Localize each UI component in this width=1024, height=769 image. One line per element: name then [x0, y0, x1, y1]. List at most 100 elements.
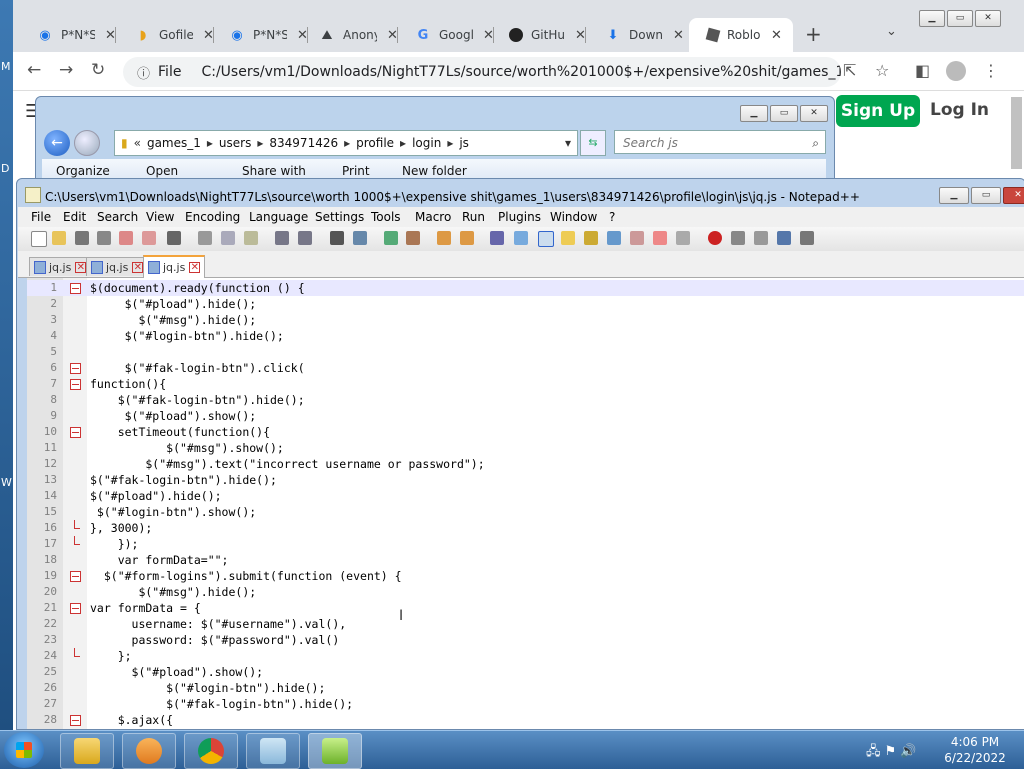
code-line[interactable]: 28 $.ajax({	[27, 712, 1024, 728]
code-line[interactable]: 13 $("#fak-login-btn").hide();	[27, 472, 1024, 488]
forward-icon[interactable]: →	[59, 60, 73, 80]
breadcrumb-item[interactable]: js	[459, 136, 469, 150]
cut-icon[interactable]	[198, 231, 212, 245]
fold-marker[interactable]	[70, 379, 81, 390]
browser-tab[interactable]: ◗ Gofile ✕	[117, 18, 214, 52]
close-button[interactable]: ✕	[975, 10, 1001, 27]
taskbar-media-player[interactable]	[122, 733, 176, 769]
code-line[interactable]: 4 $("#login-btn").hide();	[27, 328, 1024, 344]
fold-marker[interactable]	[70, 571, 81, 582]
code-line[interactable]: 10 setTimeout(function(){	[27, 424, 1024, 440]
code-line[interactable]: 9 $("#pload").show();	[27, 408, 1024, 424]
stop-macro-icon[interactable]	[731, 231, 745, 245]
fold-marker[interactable]	[70, 363, 81, 374]
breadcrumb-item[interactable]: games_1	[147, 136, 201, 150]
taskbar-explorer[interactable]	[60, 733, 114, 769]
explorer-address-bar[interactable]: ▮ « games_1 ▸ users ▸ 834971426 ▸ profile ▸ …	[114, 130, 578, 156]
fold-marker[interactable]	[70, 715, 81, 726]
save-icon[interactable]	[75, 231, 89, 245]
menu-file[interactable]: File	[31, 210, 51, 224]
eye-icon[interactable]	[676, 231, 690, 245]
menu-view[interactable]: View	[146, 210, 174, 224]
browser-tab[interactable]: ⬇ Down ✕	[587, 18, 684, 52]
browser-tab-active[interactable]: Roblo ✕	[689, 18, 793, 52]
code-line[interactable]: 12 $("#msg").text("incorrect username or…	[27, 456, 1024, 472]
code-line[interactable]: 15 $("#login-btn").show();	[27, 504, 1024, 520]
play-macro-icon[interactable]	[754, 231, 768, 245]
copy-icon[interactable]	[221, 231, 235, 245]
side-panel-icon[interactable]: ◧	[915, 61, 930, 80]
page-scrollbar[interactable]	[1011, 97, 1022, 169]
organize-button[interactable]: Organize	[56, 164, 110, 178]
fold-marker[interactable]	[70, 283, 81, 294]
doc-map-icon[interactable]	[584, 231, 598, 245]
breadcrumb-item[interactable]: 834971426	[269, 136, 338, 150]
share-icon[interactable]: ⇱	[843, 61, 856, 80]
menu-language[interactable]: Language	[249, 210, 308, 224]
code-line[interactable]: 21 var formData = {	[27, 600, 1024, 616]
code-line[interactable]: 26 $("#login-btn").hide();	[27, 680, 1024, 696]
new-folder-button[interactable]: New folder	[402, 164, 467, 178]
sync-vertical-icon[interactable]	[437, 231, 451, 245]
record-macro-icon[interactable]	[708, 231, 722, 245]
close-icon[interactable]: ✕	[75, 261, 87, 273]
code-line[interactable]: 23 password: $("#password").val()	[27, 632, 1024, 648]
save-all-icon[interactable]	[97, 231, 111, 245]
share-with-button[interactable]: Share with	[242, 164, 306, 178]
breadcrumb-item[interactable]: users	[219, 136, 251, 150]
code-line[interactable]: 14 $("#pload").hide();	[27, 488, 1024, 504]
menu-edit[interactable]: Edit	[63, 210, 86, 224]
bookmark-star-icon[interactable]: ☆	[875, 61, 889, 80]
log-in-link[interactable]: Log In	[930, 100, 989, 120]
taskbar-notepad[interactable]	[246, 733, 300, 769]
code-line[interactable]: 17 });	[27, 536, 1024, 552]
browser-tab[interactable]: G Googl ✕	[397, 18, 494, 52]
code-line[interactable]: 20 $("#msg").hide();	[27, 584, 1024, 600]
menu-search[interactable]: Search	[97, 210, 138, 224]
tray-icons[interactable]: 🖧 ⚑ 🔊	[866, 742, 917, 764]
browser-tab[interactable]: ⛰Anony✕	[301, 18, 398, 52]
paste-icon[interactable]	[244, 231, 258, 245]
zoom-in-icon[interactable]	[384, 231, 398, 245]
close-button[interactable]: ✕	[800, 105, 828, 122]
close-all-icon[interactable]	[142, 231, 156, 245]
maximize-button[interactable]: ▭	[947, 10, 973, 27]
explorer-search-input[interactable]: Search js ⌕	[614, 130, 826, 154]
code-line[interactable]: 1 $(document).ready(function () {	[27, 280, 1024, 296]
minimize-button[interactable]: ▁	[939, 187, 969, 204]
menu-window[interactable]: Window	[550, 210, 597, 224]
forward-icon[interactable]	[74, 130, 100, 156]
address-bar[interactable]: ⓘ File C:/Users/vm1/Downloads/NightT77Ls…	[123, 57, 841, 87]
save-macro-icon[interactable]	[800, 231, 814, 245]
code-line[interactable]: 5	[27, 344, 1024, 360]
folder-workspace-icon[interactable]	[630, 231, 644, 245]
close-icon[interactable]: ✕	[673, 28, 684, 43]
code-line[interactable]: 25 $("#pload").show();	[27, 664, 1024, 680]
code-line[interactable]: 6 $("#fak-login-btn").click(	[27, 360, 1024, 376]
menu-run[interactable]: Run	[462, 210, 485, 224]
code-line[interactable]: 3 $("#msg").hide();	[27, 312, 1024, 328]
menu-encoding[interactable]: Encoding	[185, 210, 240, 224]
new-tab-button[interactable]: +	[805, 22, 822, 46]
code-line[interactable]: 16}, 3000);	[27, 520, 1024, 536]
open-file-icon[interactable]	[52, 231, 66, 245]
refresh-icon[interactable]: ⇆	[580, 130, 606, 156]
taskbar-notepadpp[interactable]	[308, 733, 362, 769]
maximize-button[interactable]: ▭	[971, 187, 1001, 204]
code-line[interactable]: 7 function(){	[27, 376, 1024, 392]
breadcrumb-item[interactable]: login	[412, 136, 441, 150]
code-line[interactable]: 24 };	[27, 648, 1024, 664]
doc-tab-active[interactable]: jq.js ✕	[143, 255, 206, 278]
menu-tools[interactable]: Tools	[371, 210, 401, 224]
breadcrumb-item[interactable]: profile	[356, 136, 394, 150]
back-icon[interactable]: ←	[44, 130, 70, 156]
redo-icon[interactable]	[298, 231, 312, 245]
replace-icon[interactable]	[353, 231, 367, 245]
show-all-chars-icon[interactable]	[514, 231, 528, 245]
code-line[interactable]: 22 username: $("#username").val(),	[27, 616, 1024, 632]
new-file-icon[interactable]	[31, 231, 47, 247]
close-icon[interactable]: ✕	[132, 261, 144, 273]
run-macro-multiple-icon[interactable]	[777, 231, 791, 245]
reload-icon[interactable]: ↻	[91, 60, 105, 80]
fold-marker[interactable]	[70, 427, 81, 438]
